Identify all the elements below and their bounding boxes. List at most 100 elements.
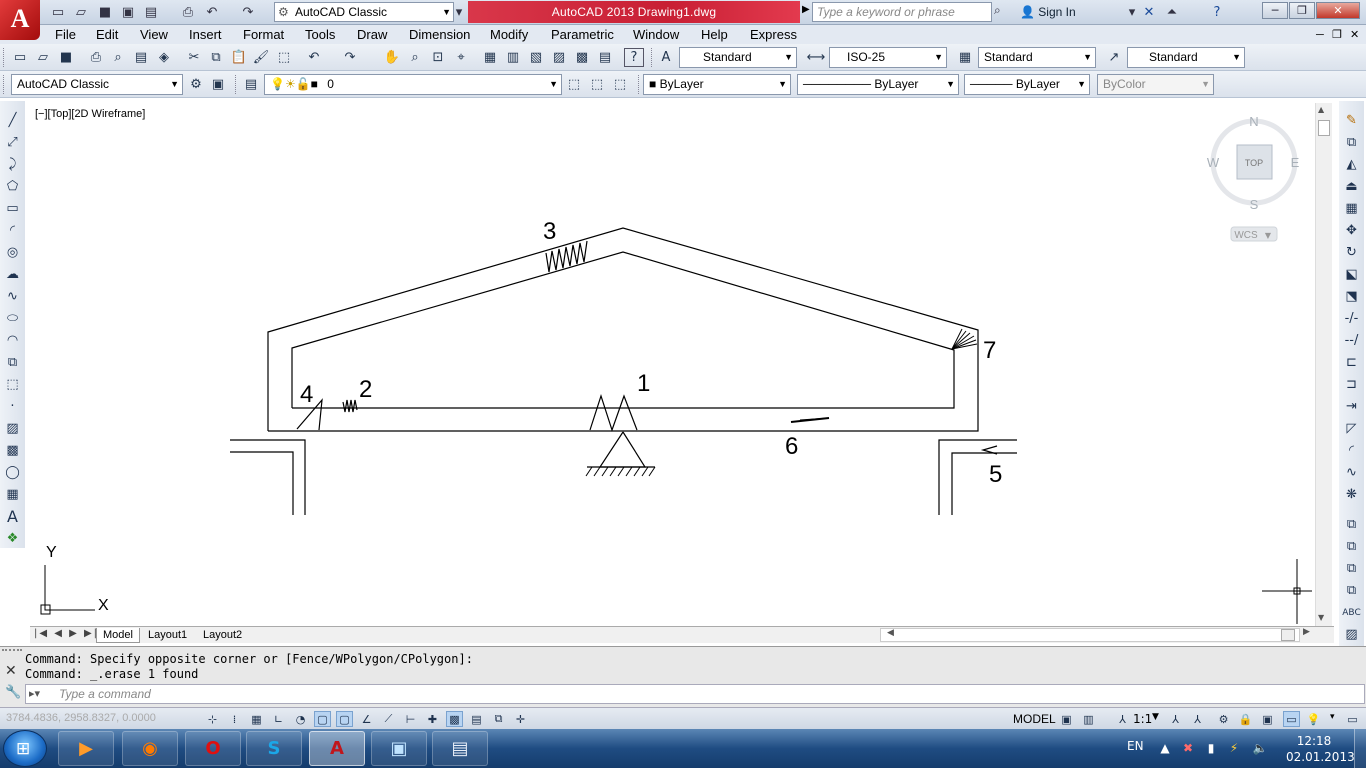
isolate-objects-icon[interactable]: ▭ [1283,711,1300,727]
device-icon[interactable]: ▮ [1203,740,1219,756]
explode-icon[interactable]: ❋ [1342,485,1361,504]
match-properties-icon[interactable]: 🖌 [251,48,271,67]
infer-constraints-icon[interactable]: ⊹ [204,711,221,727]
object-snap-icon[interactable]: ▢ [314,711,331,727]
hatch-back-icon[interactable]: ▨ [1342,625,1361,644]
binoculars-icon[interactable]: ⌕ [994,3,1014,21]
customize-qat-icon[interactable]: ▾ [452,3,466,21]
menu-window[interactable]: Window [633,26,679,44]
autodesk-360-icon[interactable]: ⏶ [1162,3,1182,21]
minimize-button[interactable]: ─ [1262,2,1288,19]
block-editor-icon[interactable]: ⬚ [274,48,294,67]
doc-minimize-button[interactable]: ─ [1316,26,1324,44]
blend-curves-icon[interactable]: ∿ [1342,463,1361,482]
spline-icon[interactable]: ∿ [3,287,22,306]
coordinates-readout[interactable]: 3784.4836, 2958.8327, 0.0000 [6,712,156,724]
lineweight-icon[interactable]: ✚ [424,711,441,727]
autocad-task[interactable]: A [309,731,365,766]
qnew-icon[interactable]: ▭ [10,48,30,67]
construction-line-icon[interactable]: ⤢ [3,133,22,152]
close-icon[interactable]: ✕ [5,663,17,679]
cut-icon[interactable]: ✂ [184,48,204,67]
draworder-back-icon[interactable]: ⧉ [1342,537,1361,556]
grip[interactable] [2,649,22,659]
application-menu-button[interactable]: A [0,0,40,40]
show-desktop-button[interactable] [1354,729,1366,768]
object-snap-tracking-icon[interactable]: ∠ [358,711,375,727]
publish-icon[interactable]: ▤ [141,3,161,21]
gradient-icon[interactable]: ▩ [3,441,22,460]
grid-display-icon[interactable]: ▦ [248,711,265,727]
lightbulb-icon[interactable]: 💡 [1305,711,1322,727]
annotation-scale-icon[interactable]: ⅄ [1114,711,1131,727]
firefox-task[interactable]: ◉ [122,731,178,766]
lineweight-dropdown[interactable]: ───── ByLayer ▼ [964,74,1090,95]
help-icon[interactable]: ? [624,48,644,67]
dim-style-icon[interactable]: ⟷ [806,48,826,67]
arc-icon[interactable]: ◜ [3,221,22,240]
text-front-icon[interactable]: ABC [1342,603,1361,622]
mirror-icon[interactable]: ◭ [1342,155,1361,174]
region-icon[interactable]: ◯ [3,463,22,482]
rotate-icon[interactable]: ↻ [1342,243,1361,262]
zoom-window-icon[interactable]: ⊡ [428,48,448,67]
scale-icon[interactable]: ⬕ [1342,265,1361,284]
viewcube-s[interactable]: S [1250,197,1259,212]
menu-edit[interactable]: Edit [96,26,118,44]
layer-dropdown[interactable]: 💡☀🔓■ 0 ▼ [264,74,562,95]
save-as-icon[interactable]: ▣ [118,3,138,21]
allow-ucs-icon[interactable]: ⟋ [380,711,397,727]
ellipse-icon[interactable]: ⬭ [3,309,22,328]
open-icon[interactable]: ▱ [33,48,53,67]
annotation-scale-value[interactable]: 1:1 [1133,712,1152,726]
new-icon[interactable]: ▭ [48,3,68,21]
copy-icon[interactable]: ⧉ [206,48,226,67]
workspace-dropdown[interactable]: ⚙ AutoCAD Classic ▼ [274,2,454,22]
dynamic-input-icon[interactable]: ⊢ [402,711,419,727]
viewcube[interactable]: TOP N S W E WCS ▼ [1207,114,1300,242]
command-input[interactable]: Type a command [25,684,1365,704]
model-space-button[interactable]: MODEL [1013,712,1056,726]
doc-close-button[interactable]: ✕ [1350,26,1359,44]
tab-model[interactable]: Model [96,628,140,643]
vertical-scrollbar[interactable]: ▲ ▼ [1315,103,1332,627]
trim-icon[interactable]: -/- [1342,309,1361,328]
ortho-mode-icon[interactable]: ∟ [270,711,287,727]
plot-icon[interactable]: ⎙ [178,3,198,21]
fillet-icon[interactable]: ◜ [1342,441,1361,460]
color-dropdown[interactable]: ■ ByLayer ▼ [643,74,791,95]
workspace-save-icon[interactable]: ▣ [208,75,228,94]
array-icon[interactable]: ▦ [1342,199,1361,218]
doc-restore-button[interactable]: ❐ [1332,26,1342,44]
tab-layout2[interactable]: Layout2 [197,628,248,643]
chevron-down-icon[interactable]: ▼ [1152,712,1159,722]
search-input[interactable]: Type a keyword or phrase [812,2,992,22]
menu-file[interactable]: File [55,26,76,44]
explorer-task[interactable]: ▤ [432,731,488,766]
table-style-dropdown[interactable]: Standard ▼ [978,47,1096,68]
layer-previous-icon[interactable]: ⬚ [587,75,607,94]
save-icon[interactable]: ■ [95,3,115,21]
paste-icon[interactable]: 📋 [229,48,249,67]
redo-icon[interactable]: ↷ [238,3,258,21]
hardware-acceleration-icon[interactable]: ▣ [1259,711,1276,727]
chamfer-icon[interactable]: ◸ [1342,419,1361,438]
close-button[interactable]: ✕ [1316,2,1360,19]
polygon-icon[interactable]: ⬠ [3,177,22,196]
command-prompt-icon[interactable]: ▸▾ [29,687,40,700]
copy-object-icon[interactable]: ⧉ [1342,133,1361,152]
menu-dimension[interactable]: Dimension [409,26,470,44]
network-error-icon[interactable]: ✖ [1180,740,1196,756]
show-hidden-icons-icon[interactable]: ▲ [1157,740,1173,756]
horizontal-scrollbar[interactable]: ◀ [880,628,1300,642]
add-selected-icon[interactable]: ❖ [3,529,22,548]
stretch-icon[interactable]: ⬔ [1342,287,1361,306]
join-icon[interactable]: ⇥ [1342,397,1361,416]
viewcube-w[interactable]: W [1207,155,1220,170]
3d-object-snap-icon[interactable]: ▢ [336,711,353,727]
mleader-style-dropdown[interactable]: Standard ▼ [1127,47,1245,68]
zoom-realtime-icon[interactable]: ⌕ [405,48,425,67]
language-indicator[interactable]: EN [1127,739,1144,753]
erase-icon[interactable]: ✎ [1342,111,1361,130]
text-style-icon[interactable]: A [656,48,676,67]
